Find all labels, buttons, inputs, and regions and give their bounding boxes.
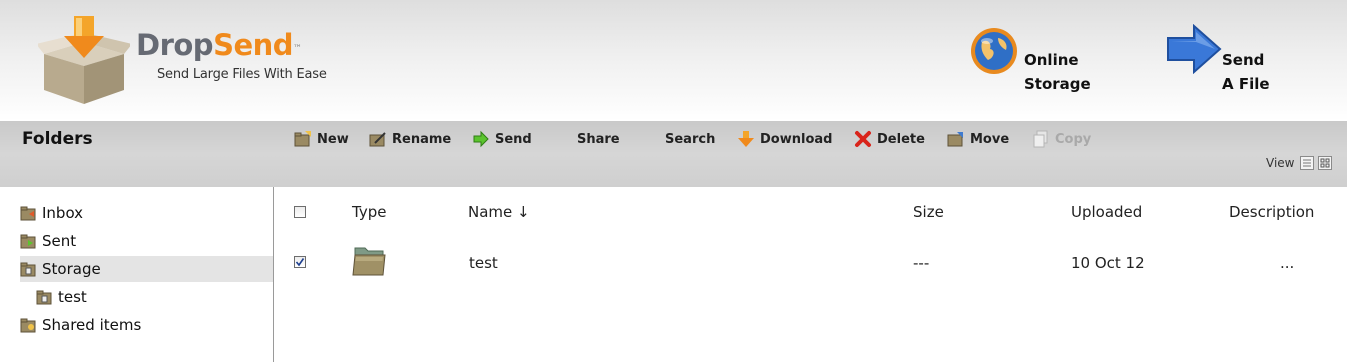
shared-folder-icon [20,318,36,332]
rename-label[interactable]: Rename [392,132,451,147]
rename-icon [369,132,386,147]
grid-view-icon[interactable] [1318,156,1333,170]
row-description[interactable]: ... [1280,254,1294,272]
list-view-icon[interactable] [1300,156,1315,170]
view-label: View [1266,156,1295,170]
copy-label[interactable]: Copy [1055,132,1091,147]
share-label[interactable]: Share [577,132,620,147]
trademark: ™ [293,44,302,54]
folders-title: Folders [22,129,93,149]
rename-button[interactable]: Rename [369,130,451,148]
brand-part-send: Send [213,28,294,62]
delete-label[interactable]: Delete [877,132,925,147]
row-name[interactable]: test [469,254,498,272]
sidebar-item-label[interactable]: test [58,288,87,306]
send-file-link[interactable]: Send A File [1222,24,1270,96]
storage-folder-icon [36,290,52,304]
view-switcher: View [1266,156,1333,170]
online-storage-label[interactable]: Online Storage [1024,24,1091,96]
share-button[interactable]: Share [577,130,620,148]
move-icon [947,132,963,147]
brand-name: DropSend™ [136,28,302,62]
box-arrow-logo-icon [38,16,130,104]
orange-down-arrow-icon [738,131,754,147]
search-button[interactable]: Search [665,130,715,148]
row-checkbox[interactable] [294,256,306,268]
storage-folder-icon [20,262,36,276]
move-button[interactable]: Move [947,130,1009,148]
folder-icon [352,247,386,276]
sidebar-item-label[interactable]: Sent [42,232,76,250]
select-all-checkbox[interactable] [294,206,306,218]
row-size: --- [913,254,930,272]
sidebar-item-test[interactable]: test [36,284,273,310]
column-name[interactable]: Name ↓ [468,203,530,221]
send-file-label[interactable]: Send A File [1222,24,1270,96]
file-list [274,187,1347,362]
send-label[interactable]: Send [495,132,532,147]
sidebar-item-storage[interactable]: Storage [20,256,273,282]
column-description[interactable]: Description [1229,203,1314,221]
sidebar-item-shared[interactable]: Shared items [20,312,273,338]
sent-folder-icon [20,234,36,248]
column-size[interactable]: Size [913,203,944,221]
blue-arrow-icon[interactable] [1166,24,1222,74]
search-label[interactable]: Search [665,132,715,147]
online-storage-text[interactable]: Online Storage [1024,51,1091,93]
send-button[interactable]: Send [472,130,532,148]
send-file-text[interactable]: Send A File [1222,51,1270,93]
online-storage-link[interactable]: Online Storage [1024,24,1091,96]
sidebar-item-inbox[interactable]: Inbox [20,200,273,226]
row-uploaded: 10 Oct 12 [1071,254,1145,272]
app-header: DropSend™ Send Large Files With Ease Onl… [0,0,1347,121]
new-folder-icon [294,131,311,147]
column-uploaded[interactable]: Uploaded [1071,203,1142,221]
globe-icon[interactable] [968,24,1020,76]
delete-button[interactable]: Delete [854,130,925,148]
download-button[interactable]: Download [737,130,832,148]
inbox-folder-icon [20,206,36,220]
move-label[interactable]: Move [970,132,1009,147]
download-label[interactable]: Download [760,132,832,147]
copy-button[interactable]: Copy [1032,130,1091,148]
sidebar-item-label[interactable]: Inbox [42,204,83,222]
new-button[interactable]: New [294,130,349,148]
column-type[interactable]: Type [352,203,386,221]
copy-icon [1033,130,1048,148]
red-x-icon [855,131,871,147]
sidebar-item-label[interactable]: Shared items [42,316,141,334]
green-arrow-icon [473,130,489,148]
tagline: Send Large Files With Ease [157,67,327,82]
sidebar-item-sent[interactable]: Sent [20,228,273,254]
new-label[interactable]: New [317,132,349,147]
brand-part-drop: Drop [136,28,214,62]
sidebar-item-label[interactable]: Storage [42,260,101,278]
